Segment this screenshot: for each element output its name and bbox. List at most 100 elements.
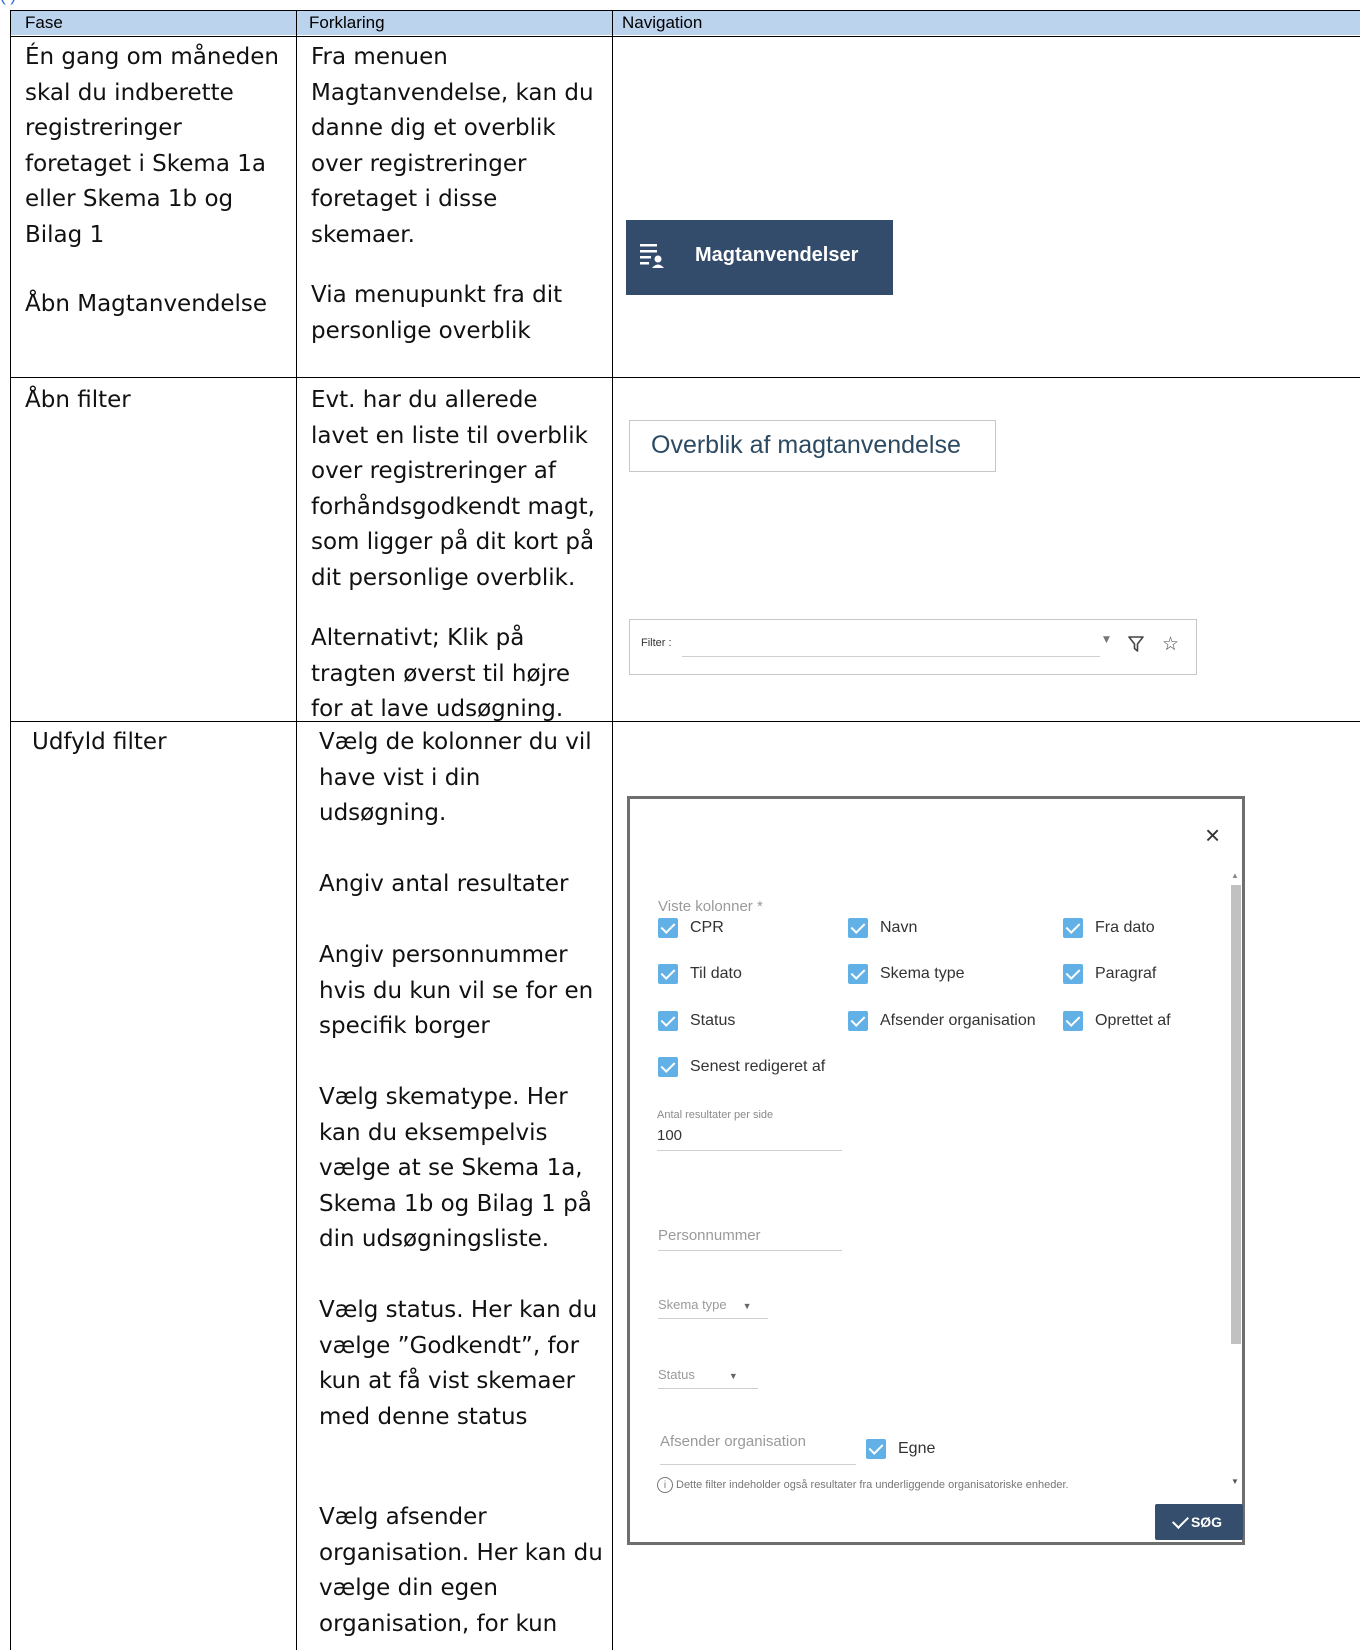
filter-label: Filter : — [641, 637, 672, 649]
checkbox-checked-icon — [1063, 964, 1083, 984]
header-fase: Fase — [25, 13, 63, 32]
checkbox-checked-icon — [1063, 918, 1083, 938]
dialog-scrollbar[interactable]: ▲ ▼ — [1228, 871, 1242, 1491]
row2-fase-text: Åbn filter — [25, 387, 131, 413]
field-underline — [657, 1150, 842, 1151]
antal-resultater-label: Antal resultater per side — [657, 1109, 774, 1121]
chevron-down-icon: ▼ — [728, 1370, 738, 1381]
row1-forklaring-note: Via menupunkt fra dit personlige overbli… — [311, 282, 563, 344]
row2-forklaring-note: Alternativt; Klik på tragten øverst til … — [311, 625, 571, 722]
checkbox-checked-icon — [848, 918, 868, 938]
checkbox-label: CPR — [690, 919, 724, 936]
personnummer-placeholder: Personnummer — [658, 1227, 761, 1244]
checkbox-senest-redigeret-af[interactable]: Senest redigeret af — [658, 1056, 825, 1078]
row3-item-afsender: Vælg afsender organisation. Her kan du v… — [319, 1504, 603, 1637]
grid-line — [10, 10, 11, 1650]
checkbox-checked-icon — [848, 964, 868, 984]
page-fragment-text: ( ) — [0, 0, 16, 6]
dropdown-caret-icon[interactable]: ▼ — [1103, 635, 1110, 645]
filter-info-note: i Dette filter indeholder også resultate… — [657, 1477, 1069, 1493]
filter-info-text: Dette filter indeholder også resultater … — [676, 1479, 1069, 1491]
checkbox-navn[interactable]: Navn — [848, 917, 917, 939]
checkbox-label: Afsender organisation — [880, 1012, 1036, 1029]
chevron-down-icon: ▼ — [742, 1300, 752, 1311]
checkbox-checked-icon — [1063, 1011, 1083, 1031]
skema-type-select[interactable]: Skema type ▼ — [658, 1297, 768, 1319]
viste-kolonner-label: Viste kolonner * — [658, 898, 763, 915]
checkbox-checked-icon — [658, 1011, 678, 1031]
checkbox-checked-icon — [658, 918, 678, 938]
header-forklaring: Forklaring — [309, 13, 385, 32]
scroll-down-icon[interactable]: ▼ — [1231, 1477, 1239, 1486]
filter-select[interactable] — [682, 656, 1100, 657]
checkbox-label: Navn — [880, 919, 918, 936]
personnummer-input[interactable]: Personnummer — [658, 1227, 842, 1251]
status-placeholder: Status — [658, 1367, 695, 1382]
checkbox-egne[interactable]: Egne — [866, 1438, 935, 1460]
search-button[interactable]: SØG — [1155, 1504, 1243, 1540]
checkbox-checked-icon — [658, 964, 678, 984]
afsender-organisation-placeholder: Afsender organisation — [660, 1433, 806, 1450]
grid-line — [612, 10, 613, 1650]
scroll-up-icon[interactable]: ▲ — [1231, 871, 1239, 880]
afsender-organisation-select[interactable]: Afsender organisation — [660, 1433, 856, 1465]
row2-forklaring-text: Evt. har du allerede lavet en liste til … — [311, 387, 595, 591]
skema-type-placeholder: Skema type — [658, 1297, 727, 1312]
grid-line — [10, 36, 1360, 37]
close-icon[interactable]: × — [1205, 821, 1220, 849]
star-icon[interactable]: ☆ — [1162, 634, 1179, 654]
field-underline — [658, 1388, 758, 1389]
funnel-icon[interactable] — [1128, 635, 1144, 653]
filter-bar: Filter : ▼ ☆ — [629, 619, 1197, 675]
header-navigation: Navigation — [622, 13, 703, 32]
checkbox-paragraf[interactable]: Paragraf — [1063, 963, 1156, 985]
checkbox-fra-dato[interactable]: Fra dato — [1063, 917, 1155, 939]
checkbox-afsender-organisation[interactable]: Afsender organisation — [848, 1010, 1036, 1032]
checkbox-label: Til dato — [690, 965, 742, 982]
checkbox-label: Skema type — [880, 965, 965, 982]
scroll-thumb[interactable] — [1231, 885, 1241, 1344]
row3-item-kolonner: Vælg de kolonner du vil have vist i din … — [319, 729, 592, 826]
menu-button-label: Magtanvendelser — [695, 244, 859, 266]
magtanvendelser-menu-button[interactable]: Magtanvendelser — [626, 220, 893, 295]
checkbox-label: Status — [690, 1012, 736, 1029]
field-underline — [658, 1250, 842, 1251]
overblik-card-title: Overblik af magtanvendelse — [651, 431, 961, 459]
antal-resultater-field[interactable]: Antal resultater per side 100 — [657, 1109, 842, 1151]
row1-fase-step: Åbn Magtanvendelse — [25, 291, 268, 317]
row3-item-personnummer: Angiv personnummer hvis du kun vil se fo… — [319, 942, 594, 1039]
filter-dialog: × ▲ ▼ Viste kolonner * CPR Navn Fra dato… — [627, 796, 1245, 1545]
checkbox-label: Paragraf — [1095, 965, 1157, 982]
overblik-card[interactable]: Overblik af magtanvendelse — [629, 420, 996, 472]
checkbox-status[interactable]: Status — [658, 1010, 735, 1032]
checkbox-til-dato[interactable]: Til dato — [658, 963, 742, 985]
grid-line — [10, 721, 1360, 722]
checkbox-checked-icon — [866, 1439, 886, 1459]
list-person-icon — [640, 244, 664, 268]
row3-fase-text: Udfyld filter — [32, 729, 167, 755]
checkbox-skema-type[interactable]: Skema type — [848, 963, 964, 985]
field-underline — [658, 1318, 768, 1319]
grid-line — [10, 10, 1360, 11]
checkbox-checked-icon — [658, 1057, 678, 1077]
checkbox-label: Fra dato — [1095, 919, 1155, 936]
search-button-label: SØG — [1190, 1514, 1223, 1530]
row1-forklaring-text: Fra menuen Magtanvendelse, kan du danne … — [311, 44, 594, 248]
antal-resultater-value: 100 — [657, 1127, 683, 1144]
row3-item-skematype: Vælg skematype. Her kan du eksempelvis v… — [319, 1084, 592, 1252]
grid-line — [10, 377, 1360, 378]
field-underline — [660, 1464, 856, 1465]
info-icon: i — [657, 1477, 673, 1493]
status-select[interactable]: Status ▼ — [658, 1367, 758, 1389]
checkbox-label: Oprettet af — [1095, 1012, 1171, 1029]
checkbox-checked-icon — [848, 1011, 868, 1031]
checkbox-cpr[interactable]: CPR — [658, 917, 724, 939]
checkbox-oprettet-af[interactable]: Oprettet af — [1063, 1010, 1171, 1032]
row1-fase-text: Én gang om måneden skal du indberette re… — [25, 44, 279, 248]
checkmark-icon — [1171, 1511, 1189, 1529]
checkbox-label: Egne — [898, 1440, 936, 1457]
row3-item-status: Vælg status. Her kan du vælge ”Godkendt”… — [319, 1297, 598, 1430]
grid-line — [296, 10, 297, 1650]
row3-item-antal: Angiv antal resultater — [319, 871, 569, 897]
checkbox-label: Senest redigeret af — [690, 1058, 826, 1075]
